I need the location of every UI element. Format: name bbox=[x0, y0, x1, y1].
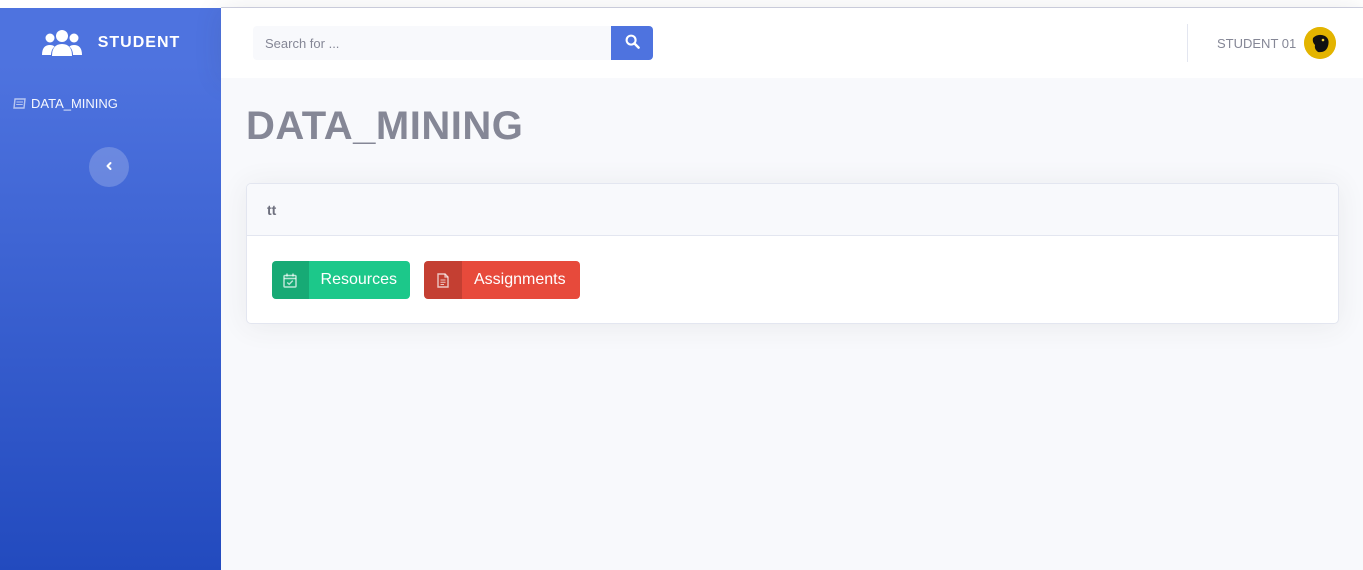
file-alt-icon bbox=[424, 261, 462, 299]
topbar-divider bbox=[1187, 24, 1188, 62]
course-card: tt Resources Assignments bbox=[246, 183, 1339, 324]
assignments-label: Assignments bbox=[474, 271, 566, 288]
assignments-button[interactable]: Assignments bbox=[424, 261, 580, 299]
resources-label: Resources bbox=[320, 271, 397, 288]
book-icon bbox=[13, 97, 27, 110]
calendar-check-icon bbox=[272, 261, 309, 299]
users-icon bbox=[41, 28, 83, 58]
user-menu[interactable]: STUDENT 01 bbox=[1217, 26, 1337, 60]
resources-button[interactable]: Resources bbox=[272, 261, 410, 299]
sidebar: STUDENT DATA_MINING bbox=[0, 8, 221, 570]
search-input[interactable] bbox=[253, 26, 611, 60]
sidebar-item-label: DATA_MINING bbox=[31, 96, 118, 111]
sidebar-item-data-mining[interactable]: DATA_MINING bbox=[13, 96, 118, 111]
brand-text: STUDENT bbox=[97, 34, 181, 51]
page: STUDENT DATA_MINING Search for ... STUDE… bbox=[0, 0, 1363, 570]
card-body: Resources Assignments bbox=[247, 236, 1338, 323]
page-title: DATA_MINING bbox=[246, 104, 524, 148]
avatar bbox=[1304, 27, 1337, 59]
search-icon bbox=[625, 34, 640, 52]
chevron-left-icon bbox=[104, 158, 114, 176]
user-name: STUDENT 01 bbox=[1217, 35, 1297, 51]
search-bar bbox=[253, 26, 653, 60]
card-title: tt bbox=[267, 201, 277, 218]
card-header: tt bbox=[247, 184, 1338, 236]
sidebar-toggle-button[interactable] bbox=[89, 147, 129, 187]
topbar: STUDENT 01 bbox=[221, 8, 1363, 78]
sidebar-brand[interactable]: STUDENT bbox=[0, 8, 221, 78]
main-content: DATA_MINING tt Resources Assignments bbox=[221, 78, 1363, 570]
search-button[interactable] bbox=[611, 26, 653, 60]
